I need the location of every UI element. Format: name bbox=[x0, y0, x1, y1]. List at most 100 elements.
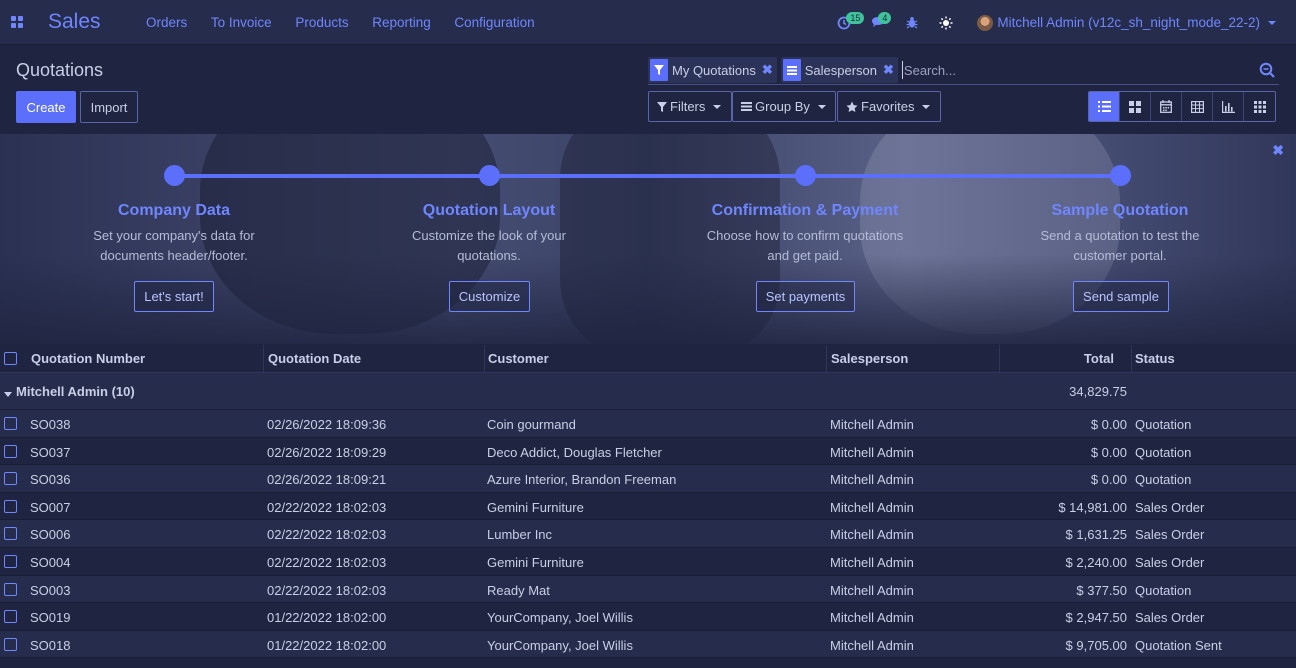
pivot-table-icon bbox=[1190, 100, 1204, 113]
top-navbar: Sales Orders To Invoice Products Reporti… bbox=[0, 0, 1296, 45]
menu-orders[interactable]: Orders bbox=[146, 15, 187, 30]
step-description: Customize the look of your quotations. bbox=[412, 228, 566, 263]
table-row[interactable]: SO007 02/22/2022 18:02:03 Gemini Furnitu… bbox=[0, 492, 1296, 521]
menu-reporting[interactable]: Reporting bbox=[372, 15, 431, 30]
remove-facet-icon[interactable]: ✖ bbox=[883, 62, 894, 78]
step-title-quotation-layout[interactable]: Quotation Layout bbox=[369, 202, 609, 220]
list-header: Quotation Number Quotation Date Customer… bbox=[0, 345, 1296, 373]
table-row[interactable]: SO037 02/26/2022 18:09:29 Deco Addict, D… bbox=[0, 437, 1296, 466]
customize-button[interactable]: Customize bbox=[449, 281, 530, 312]
cell-date: 02/26/2022 18:09:21 bbox=[267, 472, 387, 488]
step-dot bbox=[795, 165, 816, 186]
column-header-status[interactable]: Status bbox=[1135, 351, 1175, 366]
table-row[interactable]: SO036 02/26/2022 18:09:21 Azure Interior… bbox=[0, 465, 1296, 493]
table-row[interactable]: SO038 02/26/2022 18:09:36 Coin gourmand … bbox=[0, 410, 1296, 438]
table-row[interactable]: SO004 02/22/2022 18:02:03 Gemini Furnitu… bbox=[0, 547, 1296, 576]
cell-total: $ 2,240.00 bbox=[1065, 554, 1127, 570]
cell-status: Sales Order bbox=[1135, 499, 1205, 515]
remove-facet-icon[interactable]: ✖ bbox=[762, 62, 773, 78]
debug-button[interactable] bbox=[895, 0, 929, 45]
pivot-view-button[interactable] bbox=[1182, 92, 1213, 121]
column-header-total[interactable]: Total bbox=[1084, 351, 1114, 366]
lets-start-button[interactable]: Let's start! bbox=[134, 281, 214, 312]
row-checkbox[interactable] bbox=[4, 499, 17, 513]
caret-down-icon bbox=[817, 104, 826, 109]
step-dot bbox=[164, 165, 185, 186]
cell-number: SO004 bbox=[30, 554, 71, 570]
group-row[interactable]: Mitchell Admin (10) 34,829.75 bbox=[0, 373, 1296, 410]
messages-button[interactable]: 4 bbox=[861, 0, 895, 45]
set-payments-button[interactable]: Set payments bbox=[756, 281, 855, 312]
step-title-sample-quotation[interactable]: Sample Quotation bbox=[1000, 202, 1240, 220]
create-button[interactable]: Create bbox=[16, 91, 76, 123]
close-banner-icon[interactable]: ✖ bbox=[1272, 142, 1284, 159]
table-row[interactable]: SO019 01/22/2022 18:02:00 YourCompany, J… bbox=[0, 603, 1296, 631]
select-all-checkbox[interactable] bbox=[4, 352, 17, 365]
navbar-systray: 15 4 Mitchell Admin (v12c_sh_night_mode_… bbox=[827, 0, 1296, 45]
activity-button[interactable]: 15 bbox=[827, 0, 865, 45]
message-count-badge: 4 bbox=[878, 12, 892, 24]
row-checkbox[interactable] bbox=[4, 582, 17, 596]
step-description: Send a quotation to test the customer po… bbox=[1040, 228, 1200, 263]
column-header-date[interactable]: Quotation Date bbox=[268, 351, 361, 366]
activity-view-button[interactable] bbox=[1244, 92, 1275, 121]
kanban-view-button[interactable] bbox=[1120, 92, 1151, 121]
calendar-icon bbox=[1160, 100, 1172, 113]
groupby-dropdown[interactable]: Group By bbox=[732, 91, 836, 122]
step-dot bbox=[479, 165, 500, 186]
row-checkbox[interactable] bbox=[4, 554, 17, 568]
group-by-icon bbox=[741, 102, 752, 111]
import-button[interactable]: Import bbox=[80, 91, 138, 123]
group-by-icon bbox=[782, 59, 801, 81]
caret-down-icon bbox=[713, 104, 722, 109]
cell-date: 02/22/2022 18:02:03 bbox=[267, 582, 387, 598]
cell-date: 01/22/2022 18:02:00 bbox=[267, 637, 387, 653]
column-header-salesperson[interactable]: Salesperson bbox=[831, 351, 908, 366]
row-checkbox[interactable] bbox=[4, 527, 17, 541]
cell-date: 02/22/2022 18:02:03 bbox=[267, 527, 387, 543]
cell-salesperson: Mitchell Admin bbox=[830, 417, 914, 432]
row-checkbox[interactable] bbox=[4, 610, 17, 624]
cell-number: SO037 bbox=[30, 444, 71, 460]
menu-to-invoice[interactable]: To Invoice bbox=[211, 15, 272, 30]
table-row[interactable]: SO006 02/22/2022 18:02:03 Lumber Inc Mit… bbox=[0, 520, 1296, 548]
menu-configuration[interactable]: Configuration bbox=[454, 15, 534, 30]
cell-number: SO007 bbox=[30, 499, 71, 515]
cell-total: $ 377.50 bbox=[1076, 582, 1127, 598]
step-title-company-data[interactable]: Company Data bbox=[54, 202, 294, 220]
send-sample-button[interactable]: Send sample bbox=[1073, 281, 1169, 312]
apps-menu-icon[interactable] bbox=[0, 0, 34, 45]
step-title-confirmation-payment[interactable]: Confirmation & Payment bbox=[685, 202, 925, 220]
table-row[interactable]: SO003 02/22/2022 18:02:03 Ready Mat Mitc… bbox=[0, 575, 1296, 604]
search-icon[interactable] bbox=[1259, 62, 1275, 81]
grid-icon bbox=[1253, 100, 1266, 113]
user-menu[interactable]: Mitchell Admin (v12c_sh_night_mode_22-2) bbox=[977, 14, 1276, 31]
search-input[interactable] bbox=[901, 61, 1242, 79]
app-brand[interactable]: Sales bbox=[48, 10, 146, 34]
row-checkbox[interactable] bbox=[4, 444, 17, 458]
star-icon bbox=[846, 101, 858, 112]
row-checkbox[interactable] bbox=[4, 472, 17, 486]
column-header-number[interactable]: Quotation Number bbox=[31, 351, 145, 366]
list-icon bbox=[1097, 101, 1111, 112]
cell-total: $ 9,705.00 bbox=[1065, 637, 1127, 653]
night-mode-toggle[interactable] bbox=[929, 0, 963, 45]
graph-view-button[interactable] bbox=[1213, 92, 1244, 121]
cell-salesperson: Mitchell Admin bbox=[830, 637, 914, 653]
calendar-view-button[interactable] bbox=[1151, 92, 1182, 121]
menu-products[interactable]: Products bbox=[295, 15, 348, 30]
cell-customer: YourCompany, Joel Willis bbox=[487, 637, 633, 653]
cell-status: Sales Order bbox=[1135, 554, 1205, 570]
filters-dropdown[interactable]: Filters bbox=[648, 91, 732, 122]
list-view-button[interactable] bbox=[1089, 92, 1120, 121]
bar-chart-icon bbox=[1221, 100, 1235, 113]
cell-customer: Coin gourmand bbox=[487, 417, 576, 432]
favorites-dropdown[interactable]: Favorites bbox=[837, 91, 941, 122]
row-checkbox[interactable] bbox=[4, 417, 17, 430]
row-checkbox[interactable] bbox=[4, 637, 17, 651]
table-row[interactable]: SO018 01/22/2022 18:02:00 YourCompany, J… bbox=[0, 630, 1296, 659]
filters-label: Filters bbox=[670, 99, 706, 114]
cell-date: 01/22/2022 18:02:00 bbox=[267, 610, 387, 626]
column-header-customer[interactable]: Customer bbox=[488, 351, 549, 366]
onboarding-progress-track bbox=[174, 174, 1121, 178]
